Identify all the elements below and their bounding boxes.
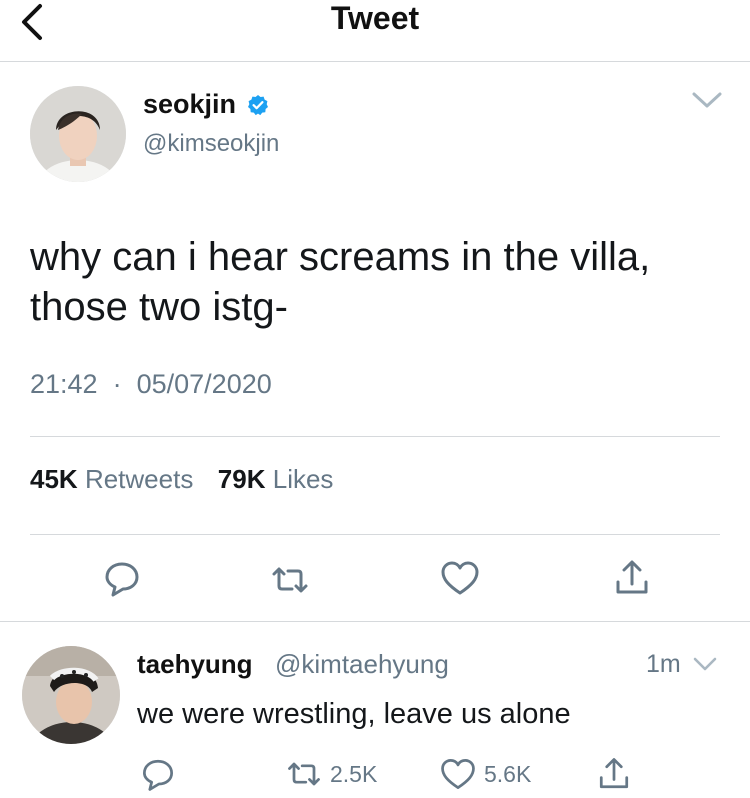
meta-separator: · — [105, 369, 130, 399]
chevron-down-icon — [692, 92, 722, 108]
reply-retweet-count: 2.5K — [330, 761, 378, 787]
retweets-count: 45K — [30, 464, 78, 494]
chevron-down-icon — [693, 657, 717, 671]
likes-label: Likes — [272, 464, 334, 494]
share-icon — [599, 758, 629, 789]
reply-share-button[interactable] — [594, 754, 634, 794]
tweet-time: 21:42 — [30, 369, 98, 399]
reply-like-count: 5.6K — [484, 761, 532, 787]
author-handle[interactable]: @kimseokjin — [143, 128, 279, 160]
likes-stat[interactable]: 79K Likes — [218, 464, 334, 494]
likes-count: 79K — [217, 464, 266, 494]
tweet-options-button[interactable] — [690, 86, 724, 114]
verified-badge-icon — [247, 94, 269, 116]
reply-author-name[interactable]: taehyung — [137, 646, 253, 682]
reply-like-button[interactable]: 5.6K — [438, 756, 531, 792]
reply-comment-button[interactable] — [138, 754, 178, 794]
meta-divider — [30, 436, 720, 437]
reply-text: we were wrestling, leave us alone — [137, 698, 571, 730]
heart-icon — [441, 561, 479, 595]
retweets-label: Retweets — [84, 464, 194, 494]
retweet-icon — [272, 567, 308, 593]
like-button[interactable] — [438, 556, 482, 600]
comment-icon — [143, 759, 173, 791]
stats-divider — [30, 534, 720, 535]
share-button[interactable] — [610, 556, 654, 600]
tweet-text: why can i hear screams in the villa, tho… — [30, 235, 651, 329]
reply-retweet-button[interactable]: 2.5K — [284, 756, 377, 792]
reply-timestamp: 1m — [646, 650, 681, 678]
share-icon — [616, 560, 648, 594]
author-avatar[interactable] — [30, 86, 126, 182]
tweet-date: 05/07/2020 — [136, 369, 272, 399]
page-title: Tweet — [330, 0, 420, 36]
tweet-divider — [0, 621, 750, 622]
tweet-timestamp: 21:42 · 05/07/2020 — [30, 366, 272, 402]
retweet-button[interactable] — [268, 558, 312, 602]
header-divider — [0, 61, 750, 62]
comment-icon — [105, 562, 139, 597]
retweet-icon — [288, 762, 320, 786]
author-name[interactable]: seokjin — [143, 87, 236, 121]
heart-icon — [441, 759, 475, 789]
reply-author-handle[interactable]: @kimtaehyung — [275, 646, 449, 682]
reply-author-avatar[interactable] — [22, 646, 120, 744]
reply-options-button[interactable] — [692, 653, 718, 675]
retweets-stat[interactable]: 45K Retweets — [30, 464, 193, 494]
tweet-stats: 45K Retweets 79K Likes — [30, 461, 333, 497]
reply-button[interactable] — [100, 556, 144, 600]
